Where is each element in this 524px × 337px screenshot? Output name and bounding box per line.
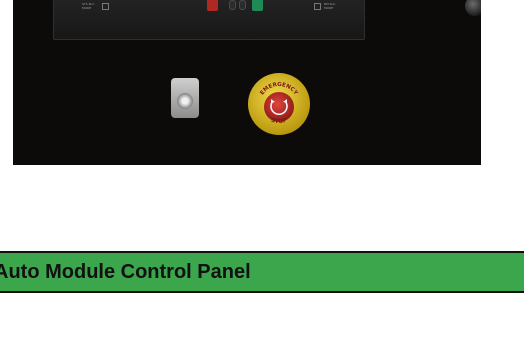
sys-run-mode-label: SYS Run MODE bbox=[82, 2, 95, 10]
selector-button-a bbox=[229, 0, 236, 10]
sys-run-mode-indicator bbox=[102, 3, 109, 10]
rm-run-mode-label: RM Run MODE bbox=[324, 2, 336, 10]
stop-pushbutton bbox=[207, 0, 218, 11]
control-panel-photo: SYS Run MODE RM Run MODE EMERGENCY STOP bbox=[13, 0, 481, 165]
control-module-plate: SYS Run MODE RM Run MODE bbox=[53, 0, 365, 40]
rm-run-mode-indicator bbox=[314, 3, 321, 10]
key-cylinder bbox=[177, 93, 193, 109]
emergency-stop-button: EMERGENCY STOP bbox=[248, 73, 310, 135]
section-title: Auto Module Control Panel bbox=[0, 261, 251, 283]
selector-button-b bbox=[239, 0, 246, 10]
key-switch bbox=[171, 78, 199, 118]
start-pushbutton bbox=[252, 0, 263, 11]
section-title-bar: Auto Module Control Panel bbox=[0, 251, 524, 293]
corner-knob bbox=[465, 0, 481, 16]
